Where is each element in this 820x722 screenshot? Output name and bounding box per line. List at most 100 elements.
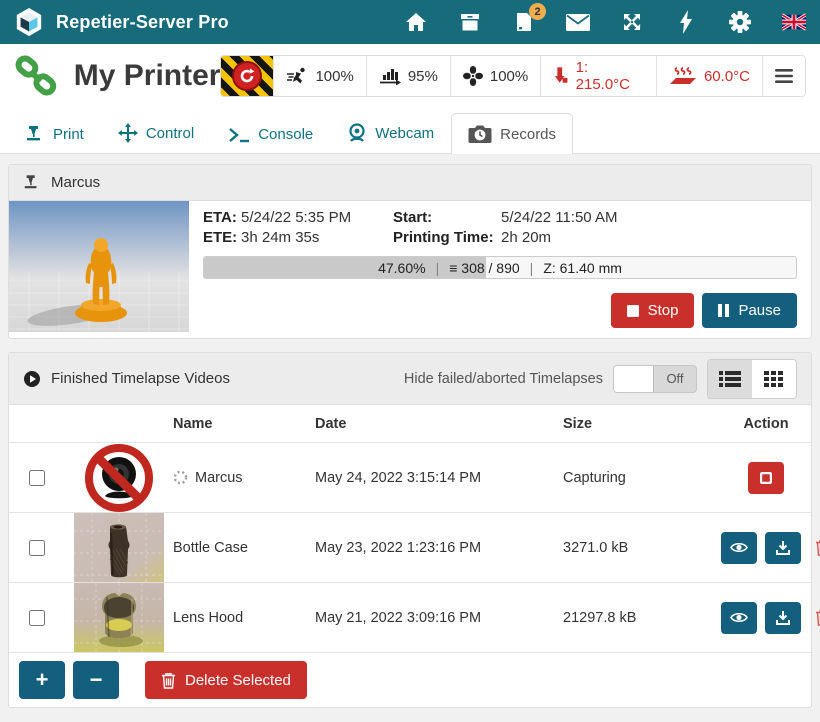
progress-bar: 47.60% | ≡ 308 / 890 | Z: 61.40 mm [203, 256, 797, 279]
toggle-state: Off [654, 371, 696, 386]
delete-selected-label: Delete Selected [185, 672, 291, 689]
pause-button-label: Pause [738, 302, 781, 319]
printer-header: My Printer 100% 95% 100% [0, 44, 820, 106]
start-value: 5/24/22 11:50 AM [501, 209, 797, 226]
webcam-icon [347, 123, 367, 143]
download-video-button[interactable] [765, 602, 801, 634]
layer-icon: ≡ [449, 260, 457, 276]
uk-flag-icon[interactable] [782, 10, 806, 34]
download-icon [776, 541, 790, 555]
col-size: Size [563, 416, 721, 432]
record-date: May 23, 2022 1:23:16 PM [315, 540, 563, 556]
download-icon [776, 611, 790, 625]
pause-icon [718, 304, 729, 317]
mail-icon[interactable] [566, 10, 590, 34]
delete-video-button[interactable] [815, 609, 820, 626]
extruder-status[interactable]: 1: 215.0°C [540, 56, 656, 96]
fan-status[interactable]: 100% [450, 56, 540, 96]
archive-box-icon[interactable] [458, 10, 482, 34]
list-view-button[interactable] [708, 360, 752, 398]
move-arrows-icon [118, 123, 138, 143]
row-checkbox[interactable] [29, 610, 45, 626]
tab-print[interactable]: Print [8, 114, 101, 153]
hide-failed-label: Hide failed/aborted Timelapses [404, 371, 603, 387]
ete-value: 3h 24m 35s [241, 229, 393, 246]
download-video-button[interactable] [765, 532, 801, 564]
tab-console[interactable]: Console [211, 115, 330, 153]
deselect-all-button[interactable]: − [73, 661, 119, 699]
printer-menu-button[interactable] [762, 56, 805, 96]
job-print-icon [23, 174, 41, 191]
printer-statusbar: 100% 95% 100% 1: 215.0°C 60.0°C [220, 55, 806, 97]
trash-icon [161, 672, 176, 689]
gear-icon[interactable] [728, 10, 752, 34]
notification-badge: 2 [529, 3, 546, 20]
speed-status[interactable]: 100% [273, 56, 365, 96]
speed-icon [286, 67, 308, 85]
no-webcam-icon [85, 444, 153, 512]
job-preview-image [9, 201, 189, 332]
eta-value: 5/24/22 5:35 PM [241, 209, 393, 226]
table-row: Lens Hood May 21, 2022 3:09:16 PM 21297.… [9, 583, 811, 653]
expand-icon[interactable] [620, 10, 644, 34]
flow-status[interactable]: 95% [366, 56, 450, 96]
eye-icon [730, 541, 748, 554]
row-checkbox[interactable] [29, 470, 45, 486]
delete-video-button[interactable] [815, 539, 820, 556]
trash-icon [815, 539, 820, 556]
progress-separator: | [436, 260, 440, 276]
stop-square-icon [760, 472, 772, 484]
grid-view-button[interactable] [752, 360, 796, 398]
emergency-stop-button[interactable] [221, 55, 273, 97]
row-checkbox[interactable] [29, 540, 45, 556]
timelapse-title: Finished Timelapse Videos [51, 370, 230, 387]
heated-bed-icon [669, 66, 697, 86]
stop-button[interactable]: Stop [611, 293, 695, 328]
toggle-knob [614, 366, 654, 392]
stop-button-label: Stop [648, 302, 679, 319]
stop-capture-button[interactable] [748, 462, 784, 494]
tab-records[interactable]: Records [451, 113, 573, 154]
view-switcher [707, 359, 797, 399]
record-name: Lens Hood [173, 610, 243, 626]
progress-separator2: | [530, 260, 534, 276]
hamburger-icon [775, 69, 793, 83]
job-facts: ETA: 5/24/22 5:35 PM Start: 5/24/22 11:5… [203, 209, 797, 246]
record-date: May 21, 2022 3:09:16 PM [315, 610, 563, 626]
spinner-icon [173, 470, 188, 485]
bolt-icon[interactable] [674, 10, 698, 34]
hide-failed-toggle[interactable]: Off [613, 365, 697, 393]
view-video-button[interactable] [721, 532, 757, 564]
home-icon[interactable] [404, 10, 428, 34]
pause-button[interactable]: Pause [702, 293, 797, 328]
reset-arrow-icon [238, 67, 256, 85]
col-date: Date [315, 416, 563, 432]
bed-status[interactable]: 60.0°C [656, 56, 762, 96]
table-footer: + − Delete Selected [9, 653, 811, 707]
fan-icon [463, 66, 483, 86]
tab-print-label: Print [53, 126, 84, 143]
print-icon [25, 125, 45, 143]
table-row: Marcus May 24, 2022 3:15:14 PM Capturing [9, 443, 811, 513]
table-row: Bottle Case May 23, 2022 1:23:16 PM 3271… [9, 513, 811, 583]
printer-queue-icon[interactable]: 2 [512, 10, 536, 34]
tab-records-label: Records [500, 126, 556, 143]
job-panel-header: Marcus [9, 165, 811, 201]
grid-view-icon [764, 370, 784, 388]
tab-control[interactable]: Control [101, 112, 211, 153]
delete-selected-button[interactable]: Delete Selected [145, 661, 307, 699]
select-all-button[interactable]: + [19, 661, 65, 699]
hexagon-logo-icon [14, 7, 44, 37]
minus-label: − [90, 667, 103, 693]
fan-value: 100% [490, 68, 528, 85]
record-date: May 24, 2022 3:15:14 PM [315, 470, 563, 486]
bottle-case-thumbnail [74, 513, 164, 582]
navbar: Repetier-Server Pro 2 [0, 0, 820, 44]
speed-value: 100% [315, 68, 353, 85]
flow-value: 95% [408, 68, 438, 85]
view-video-button[interactable] [721, 602, 757, 634]
tab-webcam[interactable]: Webcam [330, 112, 451, 153]
record-name: Bottle Case [173, 540, 248, 556]
printing-time-label: Printing Time: [393, 229, 501, 246]
start-label: Start: [393, 209, 501, 226]
